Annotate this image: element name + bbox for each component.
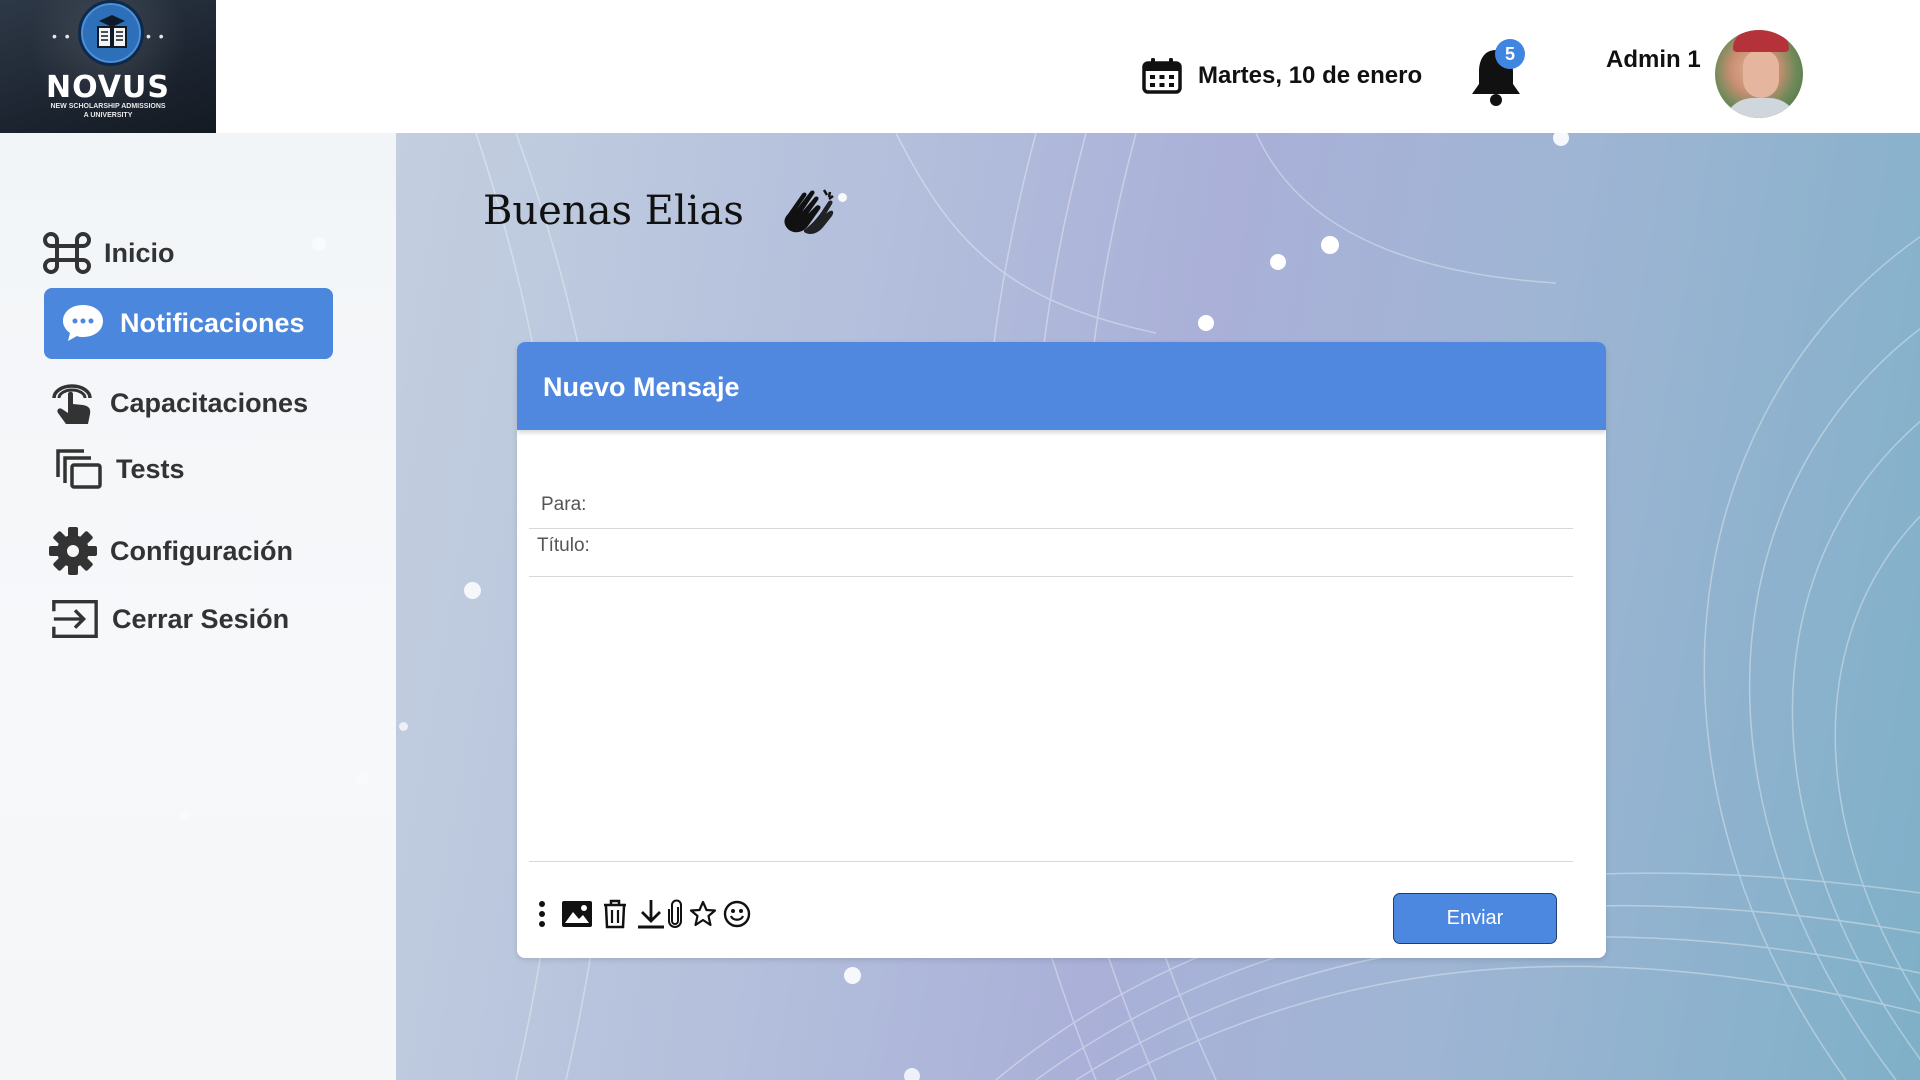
- to-input[interactable]: [592, 494, 1493, 516]
- sidebar-item-label: Cerrar Sesión: [112, 603, 290, 634]
- logo-dots-left-icon: • •: [52, 28, 72, 44]
- compose-title: Nuevo Mensaje: [543, 372, 740, 402]
- subject-field[interactable]: Título:: [529, 535, 1573, 577]
- to-field[interactable]: Para:: [529, 494, 1573, 529]
- calendar-icon: [1142, 58, 1182, 94]
- sidebar-item-configuracion[interactable]: Configuración: [48, 526, 293, 576]
- current-date: Martes, 10 de enero: [1142, 58, 1422, 94]
- logo-dots-right-icon: • •: [146, 28, 166, 44]
- chat-bubble-icon: [58, 298, 108, 348]
- greeting-heading: Buenas Elias: [483, 188, 744, 234]
- sidebar-item-inicio[interactable]: Inicio: [42, 228, 175, 278]
- message-body[interactable]: [529, 582, 1573, 862]
- image-icon[interactable]: [561, 898, 593, 930]
- sidebar-item-cerrar-sesion[interactable]: Cerrar Sesión: [50, 594, 289, 644]
- stacked-windows-icon: [54, 444, 104, 494]
- open-book-icon: [78, 0, 144, 66]
- download-icon[interactable]: [637, 898, 665, 930]
- logo-wordmark: NOVUS: [46, 70, 170, 105]
- subject-input[interactable]: [595, 535, 1496, 557]
- sidebar-item-tests[interactable]: Tests: [54, 444, 185, 494]
- touch-hand-icon: [48, 378, 98, 428]
- emoji-icon[interactable]: [723, 898, 751, 930]
- compose-card: Nuevo Mensaje Para: Título: Enviar: [517, 342, 1606, 958]
- sidebar-item-label: Inicio: [104, 237, 175, 268]
- compose-header: Nuevo Mensaje: [517, 342, 1606, 430]
- sidebar-item-label: Tests: [116, 453, 185, 484]
- sidebar-item-label: Capacitaciones: [110, 387, 309, 418]
- compose-toolbar: [537, 898, 757, 930]
- command-icon: [42, 228, 92, 278]
- star-icon[interactable]: [689, 898, 717, 930]
- to-label: Para:: [541, 494, 587, 515]
- sidebar-item-capacitaciones[interactable]: Capacitaciones: [48, 378, 308, 428]
- sidebar-item-label: Notificaciones: [120, 307, 305, 338]
- clapping-hands-icon: [784, 189, 834, 234]
- date-label: Martes, 10 de enero: [1198, 62, 1423, 89]
- notification-count-badge: 5: [1495, 39, 1525, 69]
- subject-label: Título:: [537, 535, 590, 556]
- novus-logo[interactable]: • • • • NOVUS NEW SCHOLARSHIP ADMISSIONS…: [0, 0, 216, 133]
- sidebar-item-label: Configuración: [110, 535, 293, 566]
- logout-icon: [50, 594, 100, 644]
- logo-subtitle: NEW SCHOLARSHIP ADMISSIONS A UNIVERSITY: [50, 103, 166, 119]
- send-button[interactable]: Enviar: [1393, 893, 1557, 944]
- top-header: • • • • NOVUS NEW SCHOLARSHIP ADMISSIONS…: [0, 0, 1920, 133]
- avatar[interactable]: [1715, 30, 1803, 118]
- trash-icon[interactable]: [601, 898, 629, 930]
- user-name[interactable]: Admin 1: [1606, 46, 1701, 74]
- gear-icon: [48, 526, 98, 576]
- more-vertical-icon[interactable]: [537, 898, 547, 930]
- paperclip-icon[interactable]: [667, 898, 683, 930]
- sidebar-item-notificaciones[interactable]: Notificaciones: [44, 288, 333, 359]
